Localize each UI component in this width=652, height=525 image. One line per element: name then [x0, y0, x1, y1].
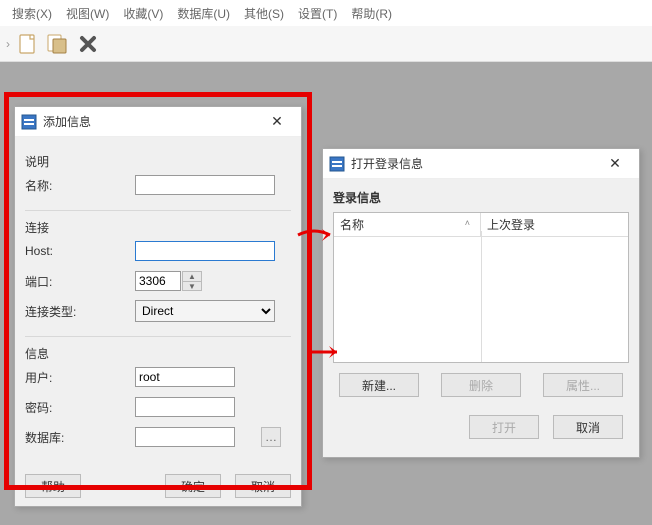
menu-database[interactable]: 数据库(U): [171, 3, 236, 24]
database-field[interactable]: [135, 427, 235, 447]
dialog-open-close-button[interactable]: ✕: [597, 152, 633, 176]
login-list[interactable]: 名称 ˄ 上次登录: [333, 212, 629, 363]
open-file-icon[interactable]: [46, 32, 70, 56]
label-port: 端口:: [25, 273, 135, 290]
dialog-add-close-button[interactable]: ✕: [259, 110, 295, 134]
app-icon: [329, 156, 345, 172]
menu-view[interactable]: 视图(W): [60, 3, 115, 24]
label-database: 数据库:: [25, 429, 135, 446]
password-field[interactable]: [135, 397, 235, 417]
label-conntype: 连接类型:: [25, 303, 135, 320]
new-file-icon[interactable]: [16, 32, 40, 56]
column-name[interactable]: 名称 ˄: [334, 213, 481, 236]
dialog-add-titlebar: 添加信息 ✕: [15, 107, 301, 137]
label-password: 密码:: [25, 399, 135, 416]
section-info: 信息: [25, 345, 291, 362]
host-field[interactable]: [135, 241, 275, 261]
cancel-button[interactable]: 取消: [235, 474, 291, 498]
port-field[interactable]: [135, 271, 181, 291]
menubar: 搜索(X) 视图(W) 收藏(V) 数据库(U) 其他(S) 设置(T) 帮助(…: [0, 0, 652, 26]
menu-favorites[interactable]: 收藏(V): [117, 3, 169, 24]
login-info-group-label: 登录信息: [333, 187, 629, 208]
ok-button[interactable]: 确定: [165, 474, 221, 498]
port-up-button[interactable]: ▲: [182, 271, 202, 281]
dialog-open-title: 打开登录信息: [351, 155, 423, 172]
login-list-body[interactable]: [334, 237, 628, 362]
sort-caret-icon: ˄: [465, 218, 470, 228]
close-icon[interactable]: [76, 32, 100, 56]
label-name: 名称:: [25, 177, 135, 194]
properties-button[interactable]: 属性...: [543, 373, 623, 397]
app-icon: [21, 114, 37, 130]
menu-other[interactable]: 其他(S): [238, 3, 290, 24]
user-field[interactable]: [135, 367, 235, 387]
section-connection: 连接: [25, 219, 291, 236]
toolbar: ›: [0, 26, 652, 62]
database-browse-button[interactable]: …: [261, 427, 281, 447]
label-user: 用户:: [25, 369, 135, 386]
open-button[interactable]: 打开: [469, 415, 539, 439]
new-button[interactable]: 新建...: [339, 373, 419, 397]
dialog-open-login: 打开登录信息 ✕ 登录信息 名称 ˄ 上次登录 新建... 删除 属性... 打…: [322, 148, 640, 458]
dialog-add-title: 添加信息: [43, 113, 91, 130]
conntype-select[interactable]: Direct: [135, 300, 275, 322]
dialog-add-info: 添加信息 ✕ 说明 名称: 连接 Host: 端口: ▲ ▼: [14, 106, 302, 507]
menu-settings[interactable]: 设置(T): [292, 3, 343, 24]
port-down-button[interactable]: ▼: [182, 281, 202, 291]
section-description: 说明: [25, 153, 291, 170]
dialog-open-titlebar: 打开登录信息 ✕: [323, 149, 639, 179]
help-button[interactable]: 帮助: [25, 474, 81, 498]
label-host: Host:: [25, 244, 135, 258]
menu-help[interactable]: 帮助(R): [345, 3, 398, 24]
open-cancel-button[interactable]: 取消: [553, 415, 623, 439]
delete-button[interactable]: 删除: [441, 373, 521, 397]
menu-search[interactable]: 搜索(X): [6, 3, 58, 24]
name-field[interactable]: [135, 175, 275, 195]
column-lastlogin[interactable]: 上次登录: [481, 213, 628, 236]
